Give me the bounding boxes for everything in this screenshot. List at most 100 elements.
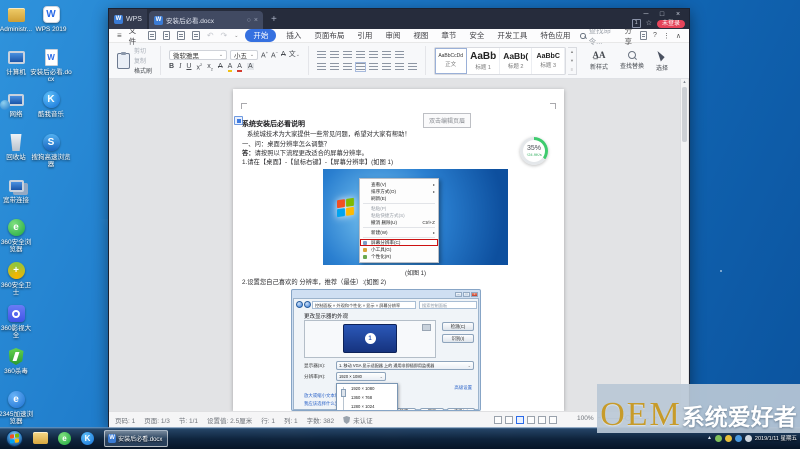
desktop-icon-readme-docx[interactable]: W 安装后必看.docx <box>30 48 72 83</box>
scrollbar-thumb[interactable] <box>682 87 687 142</box>
desktop-icon-2345-browser[interactable]: e 2345加速浏览器 <box>0 390 34 425</box>
select-button[interactable]: 选择 <box>651 46 673 75</box>
desktop-icon-360-antivirus[interactable]: 360杀毒 <box>0 347 34 375</box>
desktop-icon-recycle-bin[interactable]: 回收站 <box>0 133 34 161</box>
desktop-icon-network[interactable]: 网络 <box>0 90 34 118</box>
help-icon[interactable]: ? <box>653 32 657 39</box>
decrease-indent-icon[interactable] <box>343 51 352 59</box>
print-view-icon[interactable] <box>516 416 524 424</box>
outline-view-icon[interactable] <box>538 416 546 424</box>
increase-font-icon[interactable]: A+ <box>261 51 268 59</box>
line-spacing-icon[interactable] <box>369 63 378 71</box>
strikethrough-button[interactable]: A <box>218 63 223 70</box>
new-style-button[interactable]: A̲A 新样式 <box>585 46 613 75</box>
desktop-icon-360-browser[interactable]: e 360安全浏览器 <box>0 218 34 253</box>
tray-volume-icon[interactable] <box>745 435 752 442</box>
tab-insert[interactable]: 插入 <box>283 29 304 42</box>
collapse-ribbon-icon[interactable]: ∧ <box>676 32 681 40</box>
vertical-scrollbar[interactable]: ▲ <box>680 79 688 411</box>
print-preview-icon[interactable] <box>192 31 200 40</box>
find-replace-button[interactable]: 查找替换 <box>615 46 649 75</box>
bold-button[interactable]: B <box>169 63 174 70</box>
start-button[interactable] <box>6 430 23 447</box>
copy-button[interactable]: 复制 <box>134 56 152 65</box>
edit-header-button[interactable]: 双击编辑页眉 <box>423 113 471 128</box>
export-pdf-icon[interactable] <box>163 31 171 40</box>
bullet-list-icon[interactable] <box>317 51 326 59</box>
desktop-icon-broadband[interactable]: 宽带连接 <box>0 176 34 204</box>
format-painter-button[interactable]: 格式刷 <box>134 66 152 75</box>
border-icon[interactable] <box>408 63 417 71</box>
document-tab[interactable]: W 安装后必看.docx ○ × <box>149 11 263 29</box>
figure1-desktop-screenshot[interactable]: 查看(V)▸ 排序方式(O)▸ 刷新(E) 粘贴(P) 粘贴快捷方式(S) 撤消… <box>323 169 508 265</box>
font-size-select[interactable]: 小五⌄ <box>230 50 258 60</box>
align-right-icon[interactable] <box>343 63 352 71</box>
char-shading-button[interactable]: A <box>247 63 254 70</box>
new-tab-button[interactable]: + <box>271 9 277 29</box>
desktop-icon-sogou[interactable]: S 搜狗高速浏览器 <box>30 133 72 168</box>
tab-review[interactable]: 审阅 <box>382 29 403 42</box>
tray-360-icon[interactable] <box>715 435 722 442</box>
taskbar-active-document[interactable]: W 安装后必看.docx ... <box>104 430 168 447</box>
wps-home-tab[interactable]: W WPS <box>109 9 147 29</box>
redo-icon[interactable]: ↷ <box>221 32 228 40</box>
tab-references[interactable]: 引用 <box>354 29 375 42</box>
tab-special-apps[interactable]: 特色应用 <box>537 29 573 42</box>
tray-network-icon[interactable] <box>735 435 742 442</box>
taskbar-kuwo-icon[interactable]: K <box>81 432 94 445</box>
eye-protect-icon[interactable] <box>549 416 557 424</box>
desktop-icon-wps2019[interactable]: W WPS 2019 <box>30 5 72 33</box>
taskbar-explorer-icon[interactable] <box>33 432 48 444</box>
figure2-resolution-dialog[interactable]: ─□× 控制面板 » 外观和个性化 » 显示 » 屏幕分辨率 搜索控制面板 更改… <box>291 289 481 411</box>
style-heading1[interactable]: AaBb 标题 1 <box>467 48 500 74</box>
highlight-button[interactable]: A <box>228 63 233 70</box>
full-screen-view-icon[interactable] <box>494 416 502 424</box>
favorite-star-icon[interactable]: ☆ <box>646 20 652 27</box>
phonetic-guide-icon[interactable]: 文⌄ <box>289 51 300 58</box>
tab-section[interactable]: 章节 <box>438 29 459 42</box>
tray-clock[interactable]: 2019/1/11 星期五 <box>755 434 797 442</box>
styles-scroll[interactable]: ▲▼≡ <box>568 47 577 75</box>
paragraph-spacing-icon[interactable] <box>382 63 391 71</box>
paste-button[interactable] <box>117 53 130 69</box>
status-word-count[interactable]: 字数: 382 <box>307 415 334 425</box>
align-center-icon[interactable] <box>330 63 339 71</box>
shading-icon[interactable] <box>395 63 404 71</box>
web-view-icon[interactable] <box>527 416 535 424</box>
tab-security[interactable]: 安全 <box>466 29 487 42</box>
tray-update-icon[interactable] <box>725 435 732 442</box>
clear-format-icon[interactable]: A <box>281 51 286 58</box>
decrease-font-icon[interactable]: A− <box>271 51 278 59</box>
sort-icon[interactable] <box>382 51 391 59</box>
style-heading2[interactable]: AaBb( 标题 2 <box>500 48 533 74</box>
desktop-icon-360-safe[interactable]: + 360安全卫士 <box>0 261 34 296</box>
tab-page-layout[interactable]: 页面布局 <box>311 29 347 42</box>
tab-view[interactable]: 视图 <box>410 29 431 42</box>
panel-count-badge[interactable]: 1 <box>632 19 641 28</box>
print-icon[interactable] <box>177 31 185 40</box>
align-left-icon[interactable] <box>317 63 326 71</box>
read-view-icon[interactable] <box>505 416 513 424</box>
underline-button[interactable]: U <box>186 63 191 70</box>
login-badge[interactable]: 未登录 <box>657 20 685 28</box>
justify-icon[interactable] <box>356 63 365 71</box>
desktop-icon-computer[interactable]: 计算机 <box>0 48 34 76</box>
undo-icon[interactable]: ↶ <box>207 32 214 40</box>
tab-pin-icon[interactable]: ○ <box>247 17 251 24</box>
more-icon[interactable]: ⋮ <box>663 32 670 40</box>
font-color-button[interactable]: A <box>237 63 242 70</box>
number-list-icon[interactable] <box>330 51 339 59</box>
zoom-level[interactable]: 100% <box>577 415 594 422</box>
text-direction-icon[interactable] <box>369 51 378 59</box>
tab-developer[interactable]: 开发工具 <box>494 29 530 42</box>
style-normal[interactable]: AaBbCcDd 正文 <box>435 48 468 74</box>
tab-close-icon[interactable]: × <box>254 17 258 24</box>
save-icon[interactable] <box>148 31 156 40</box>
italic-button[interactable]: I <box>179 63 181 70</box>
quickbar-dropdown-icon[interactable]: ⌄ <box>234 33 238 39</box>
font-name-select[interactable]: 微软雅黑⌄ <box>169 50 227 60</box>
style-heading3[interactable]: AaBbC 标题 3 <box>532 48 565 74</box>
document-page[interactable]: 双击编辑页眉 系统安装后必看说明 系统城技术为大家提供一些常见问题，希望对大家有… <box>233 89 564 411</box>
cut-button[interactable]: 剪切 <box>134 46 152 55</box>
increase-indent-icon[interactable] <box>356 51 365 59</box>
